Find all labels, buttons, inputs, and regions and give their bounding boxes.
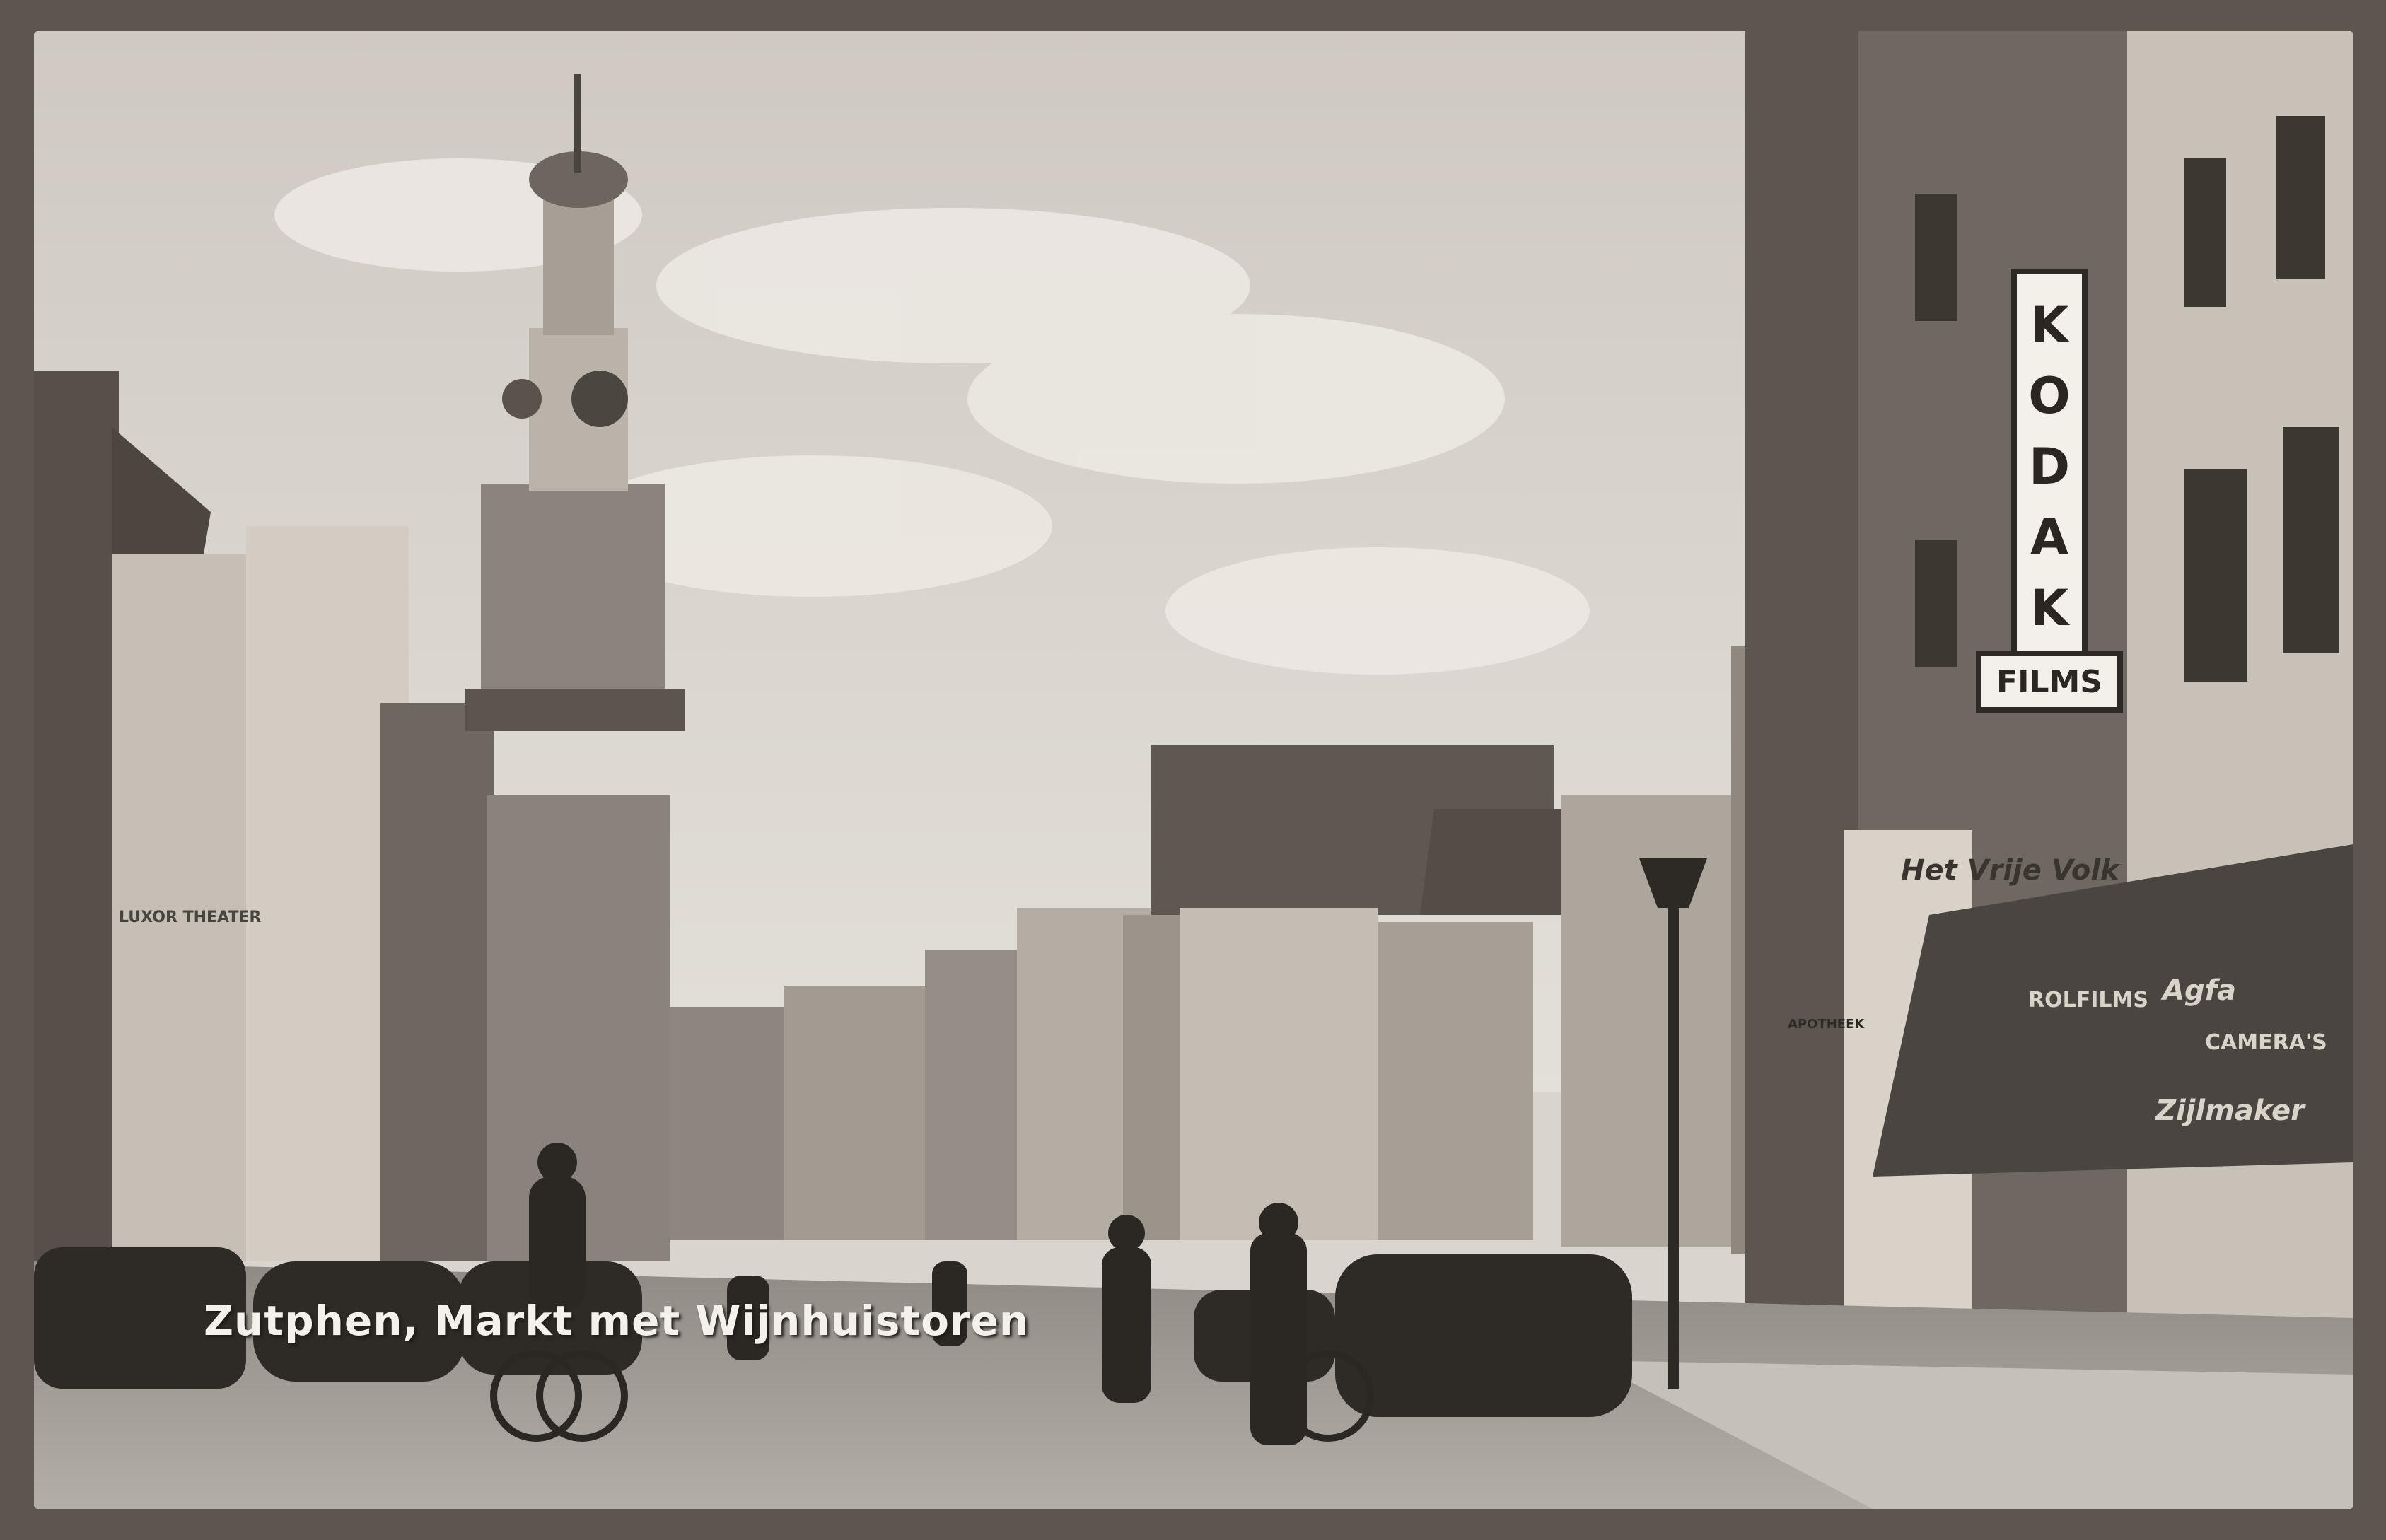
films-sign-text: FILMS <box>1996 664 2102 700</box>
kodak-letter: K <box>2030 579 2071 637</box>
kodak-letter: O <box>2028 367 2071 425</box>
left-theater-sign: LUXOR THEATER <box>119 909 261 926</box>
awning-text-brand: Agfa <box>2160 974 2236 1007</box>
kodak-letter: D <box>2029 438 2070 496</box>
photo-scene: K O D A K FILMS Het Vrije Volk LUXOR THE… <box>34 31 2353 1509</box>
kodak-letter: K <box>2030 296 2071 354</box>
street-photograph: K O D A K FILMS Het Vrije Volk LUXOR THE… <box>34 31 2353 1509</box>
awning-text-cameras: CAMERA'S <box>2205 1030 2327 1055</box>
shop-name-sign: Het Vrije Volk <box>1901 854 2121 887</box>
apotheek-sign: APOTHEEK <box>1788 1017 1865 1032</box>
postcard: K O D A K FILMS Het Vrije Volk LUXOR THE… <box>0 0 2386 1540</box>
postcard-caption: Zutphen, Markt met Wijnhuistoren <box>204 1297 1030 1345</box>
awning-text-script: Zijlmaker <box>2154 1095 2306 1127</box>
kodak-letter: A <box>2030 508 2068 566</box>
awning-text-rolfilms: ROLFILMS <box>2028 988 2148 1013</box>
